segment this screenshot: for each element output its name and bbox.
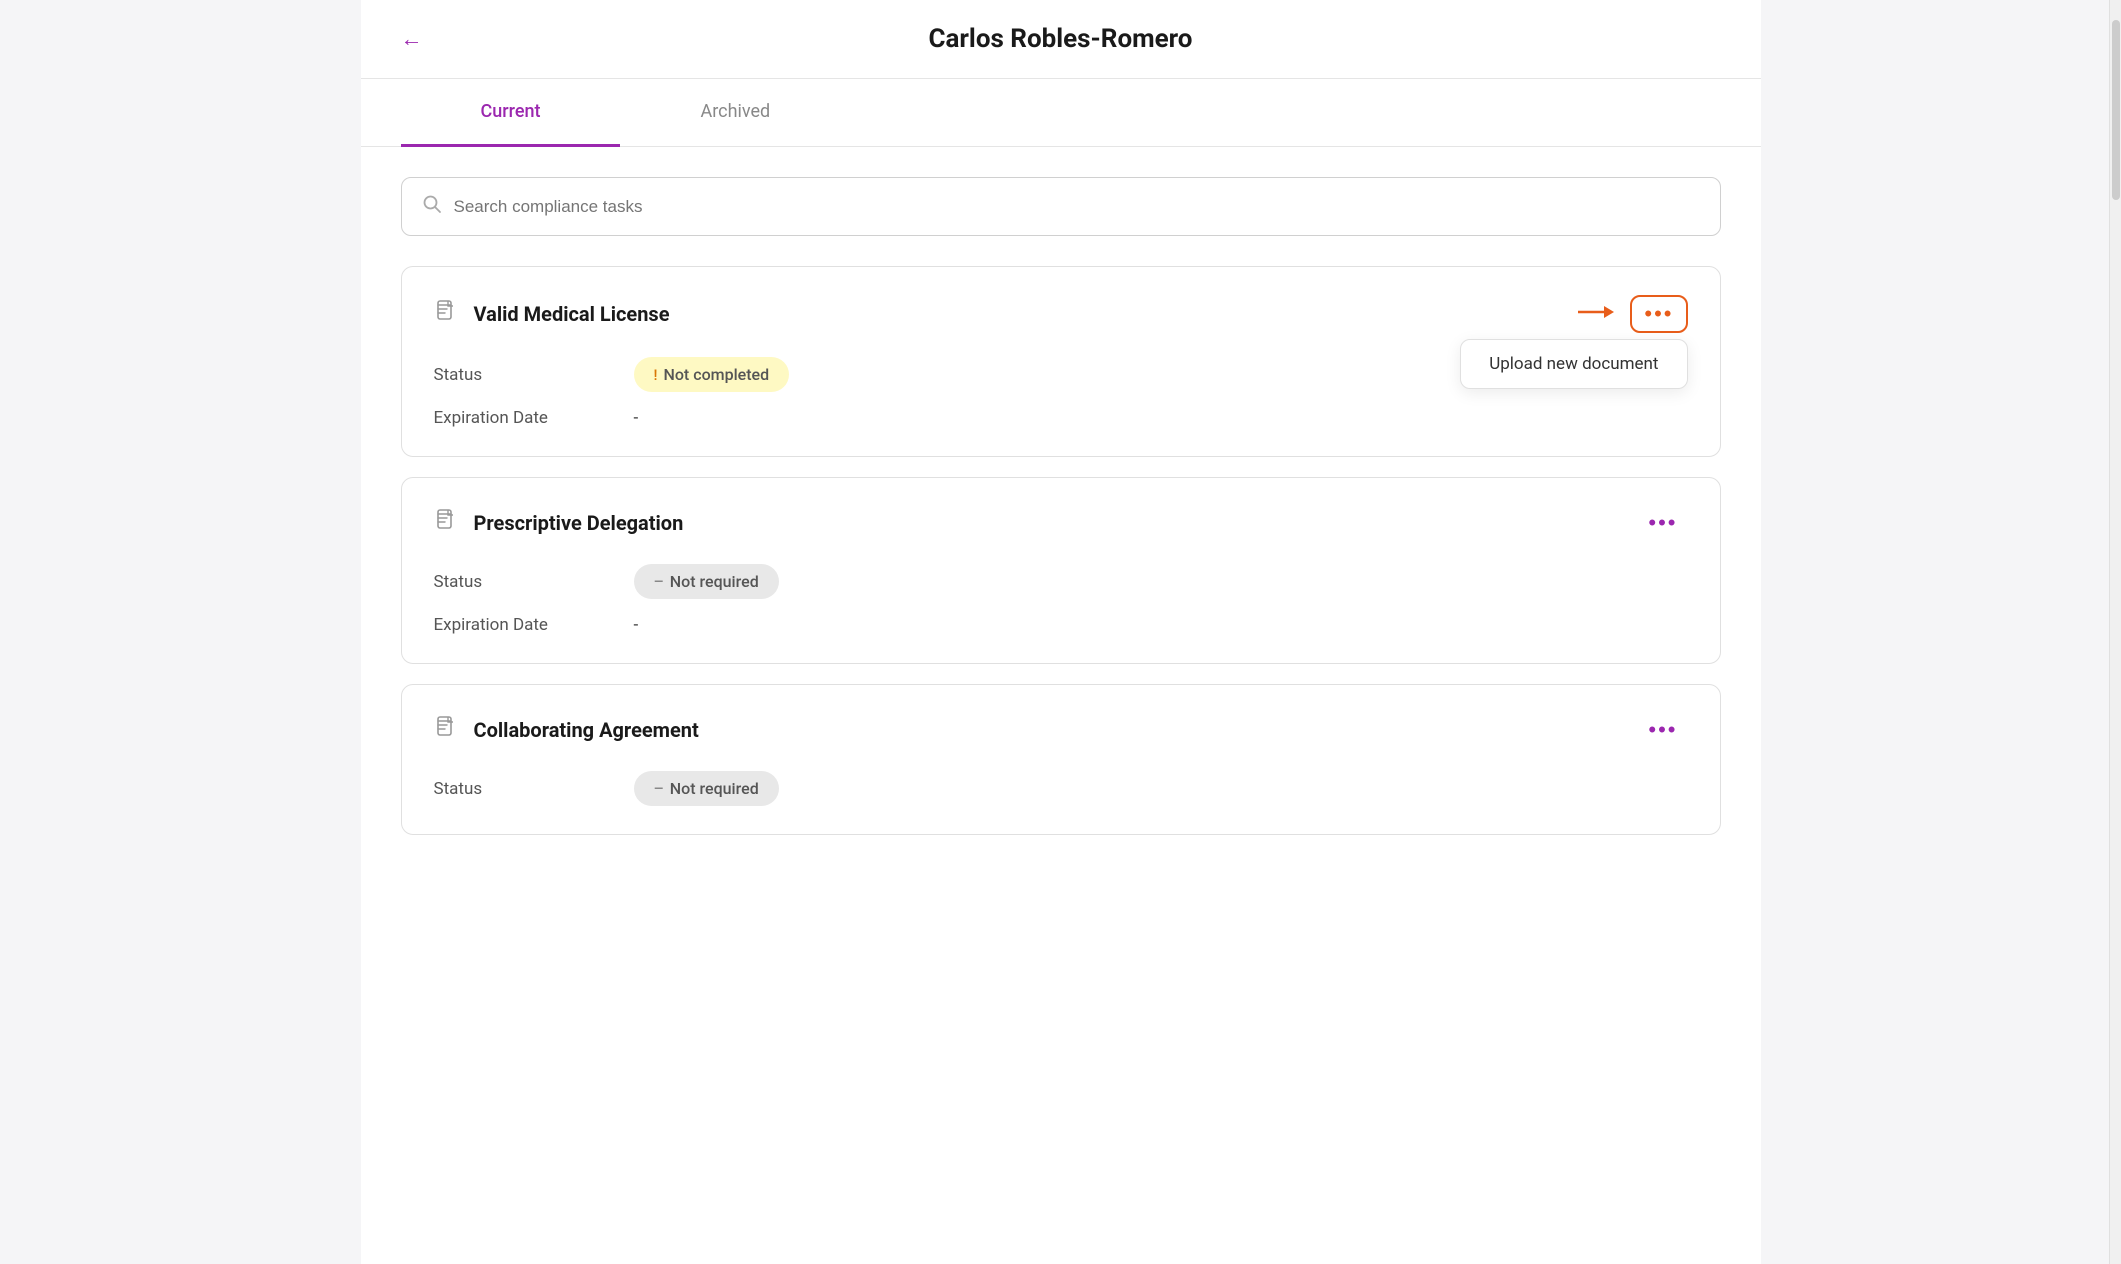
card-fields-prescriptive: Status – Not required Expiration Date - bbox=[434, 564, 1688, 635]
expiration-field: Expiration Date - bbox=[434, 408, 1688, 428]
dash-icon-prescriptive: – bbox=[654, 572, 664, 591]
status-badge-not-required-prescriptive: – Not required bbox=[634, 564, 779, 599]
card-title-group-collaborating: Collaborating Agreement bbox=[434, 715, 699, 745]
status-label: Status bbox=[434, 365, 634, 385]
upload-document-tooltip[interactable]: Upload new document bbox=[1460, 339, 1687, 389]
card-collaborating-agreement: Collaborating Agreement ••• Status – Not… bbox=[401, 684, 1721, 835]
tab-current[interactable]: Current bbox=[401, 79, 621, 147]
document-icon-collaborating bbox=[434, 715, 458, 745]
card-title-medical-license: Valid Medical License bbox=[474, 302, 670, 326]
card-medical-license: Valid Medical License ••• St bbox=[401, 266, 1721, 457]
document-icon-prescriptive bbox=[434, 508, 458, 538]
warning-icon: ! bbox=[654, 366, 658, 384]
expiration-label: Expiration Date bbox=[434, 408, 634, 428]
card-title-group-prescriptive: Prescriptive Delegation bbox=[434, 508, 684, 538]
card-title-group: Valid Medical License bbox=[434, 299, 670, 329]
search-container bbox=[361, 147, 1761, 256]
tab-archived[interactable]: Archived bbox=[620, 79, 850, 147]
search-box bbox=[401, 177, 1721, 236]
card-title-collaborating: Collaborating Agreement bbox=[474, 718, 699, 742]
status-field-prescriptive: Status – Not required bbox=[434, 564, 1688, 599]
card-fields-collaborating: Status – Not required bbox=[434, 771, 1688, 806]
tabs-container: Current Archived bbox=[361, 79, 1761, 147]
card-header-collaborating: Collaborating Agreement ••• bbox=[434, 713, 1688, 747]
back-icon: ← bbox=[401, 26, 423, 52]
status-badge-not-required-collaborating: – Not required bbox=[634, 771, 779, 806]
search-input[interactable] bbox=[454, 197, 1700, 217]
search-icon bbox=[422, 194, 442, 219]
scrollbar-thumb bbox=[2112, 20, 2120, 200]
expiration-field-prescriptive: Expiration Date - bbox=[434, 615, 1688, 635]
card-title-prescriptive: Prescriptive Delegation bbox=[474, 511, 684, 535]
status-label-collaborating: Status bbox=[434, 779, 634, 799]
more-button-prescriptive[interactable]: ••• bbox=[1638, 506, 1687, 540]
card-prescriptive-delegation: Prescriptive Delegation ••• Status – Not… bbox=[401, 477, 1721, 664]
card-header-medical-license: Valid Medical License ••• bbox=[434, 295, 1688, 333]
expiration-label-prescriptive: Expiration Date bbox=[434, 615, 634, 635]
scrollbar[interactable] bbox=[2109, 0, 2121, 1264]
page-title: Carlos Robles-Romero bbox=[928, 24, 1192, 54]
back-button[interactable]: ← bbox=[401, 26, 423, 52]
status-label-prescriptive: Status bbox=[434, 572, 634, 592]
arrow-container: ••• bbox=[1578, 295, 1687, 333]
dash-icon-collaborating: – bbox=[654, 779, 664, 798]
document-icon bbox=[434, 299, 458, 329]
header: ← Carlos Robles-Romero bbox=[361, 0, 1761, 79]
status-field-collaborating: Status – Not required bbox=[434, 771, 1688, 806]
expiration-value: - bbox=[634, 408, 639, 428]
more-button-collaborating[interactable]: ••• bbox=[1638, 713, 1687, 747]
more-button-medical-license[interactable]: ••• bbox=[1630, 295, 1687, 333]
status-badge-not-completed: ! Not completed bbox=[634, 357, 790, 392]
cards-container: Valid Medical License ••• St bbox=[361, 256, 1761, 875]
arrow-right-icon bbox=[1578, 300, 1614, 328]
expiration-value-prescriptive: - bbox=[634, 615, 639, 635]
card-header-prescriptive: Prescriptive Delegation ••• bbox=[434, 506, 1688, 540]
